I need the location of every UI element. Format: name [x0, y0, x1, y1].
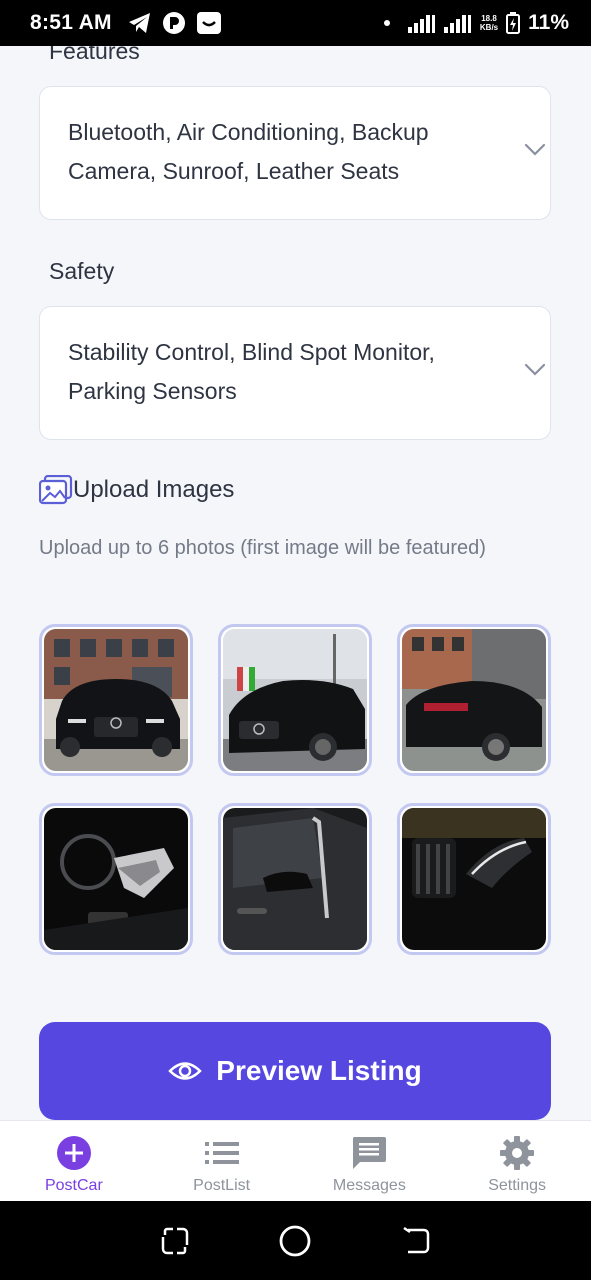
- nav-label-messages: Messages: [332, 1177, 406, 1194]
- form-content[interactable]: Features Bluetooth, Air Conditioning, Ba…: [0, 46, 591, 1120]
- car-front-photo: [44, 629, 188, 771]
- nav-item-messages[interactable]: Messages: [296, 1121, 444, 1201]
- photo-thumb-5[interactable]: [218, 803, 372, 955]
- home-icon[interactable]: [278, 1224, 312, 1258]
- chevron-down-icon: [524, 143, 546, 156]
- upload-title: Upload Images: [73, 476, 235, 503]
- battery-icon: [506, 12, 521, 34]
- features-value: Bluetooth, Air Conditioning, Backup Came…: [68, 119, 429, 184]
- recents-icon[interactable]: [159, 1225, 191, 1257]
- app-p-icon: [162, 12, 185, 34]
- car-angle-photo: [223, 629, 367, 771]
- car-door-controls-photo: [44, 808, 188, 950]
- signal-icon: [407, 15, 435, 33]
- preview-listing-button[interactable]: Preview Listing: [39, 1022, 551, 1120]
- nav-label-settings: Settings: [488, 1177, 547, 1194]
- list-icon: [204, 1142, 239, 1164]
- back-icon[interactable]: [400, 1225, 432, 1257]
- eye-icon: [168, 1062, 203, 1080]
- status-time: 8:51 AM: [30, 11, 112, 34]
- notification-dot: [383, 20, 390, 26]
- gear-icon: [500, 1136, 535, 1170]
- photo-thumb-6[interactable]: [397, 803, 551, 955]
- upload-header: Upload Images: [39, 475, 234, 505]
- system-navigation-bar: [0, 1201, 591, 1280]
- car-rear-photo: [402, 629, 546, 771]
- smile-box-icon: [196, 12, 221, 34]
- features-select[interactable]: Bluetooth, Air Conditioning, Backup Came…: [39, 86, 551, 220]
- safety-select[interactable]: Stability Control, Blind Spot Monitor, P…: [39, 306, 551, 440]
- plus-circle-icon: [56, 1136, 91, 1170]
- car-headlight-photo: [402, 808, 546, 950]
- features-label: Features: [49, 46, 140, 64]
- photo-thumb-4[interactable]: [39, 803, 193, 955]
- battery-percent: 11%: [528, 11, 569, 34]
- image-gallery-icon: [39, 475, 73, 505]
- nav-item-postlist[interactable]: PostList: [148, 1121, 296, 1201]
- upload-subtitle: Upload up to 6 photos (first image will …: [39, 537, 486, 559]
- status-bar: 8:51 AM 18.8 KB/s 11%: [0, 0, 591, 46]
- chevron-down-icon: [524, 363, 546, 376]
- photo-thumb-1[interactable]: [39, 624, 193, 776]
- preview-listing-label: Preview Listing: [216, 1055, 422, 1086]
- photo-thumb-2[interactable]: [218, 624, 372, 776]
- signal-icon-2: [443, 15, 471, 33]
- telegram-icon: [128, 13, 150, 33]
- safety-label: Safety: [49, 258, 115, 284]
- safety-value: Stability Control, Blind Spot Monitor, P…: [68, 339, 435, 404]
- photo-thumb-3[interactable]: [397, 624, 551, 776]
- network-speed: 18.8 KB/s: [479, 14, 499, 32]
- nav-label-postlist: PostList: [193, 1177, 251, 1194]
- bottom-navigation: PostCar PostList Messages Settings: [0, 1120, 591, 1201]
- nav-item-postcar[interactable]: PostCar: [0, 1121, 148, 1201]
- nav-label-postcar: PostCar: [44, 1177, 103, 1194]
- chat-icon: [353, 1137, 387, 1169]
- car-side-window-photo: [223, 808, 367, 950]
- nav-item-settings[interactable]: Settings: [443, 1121, 591, 1201]
